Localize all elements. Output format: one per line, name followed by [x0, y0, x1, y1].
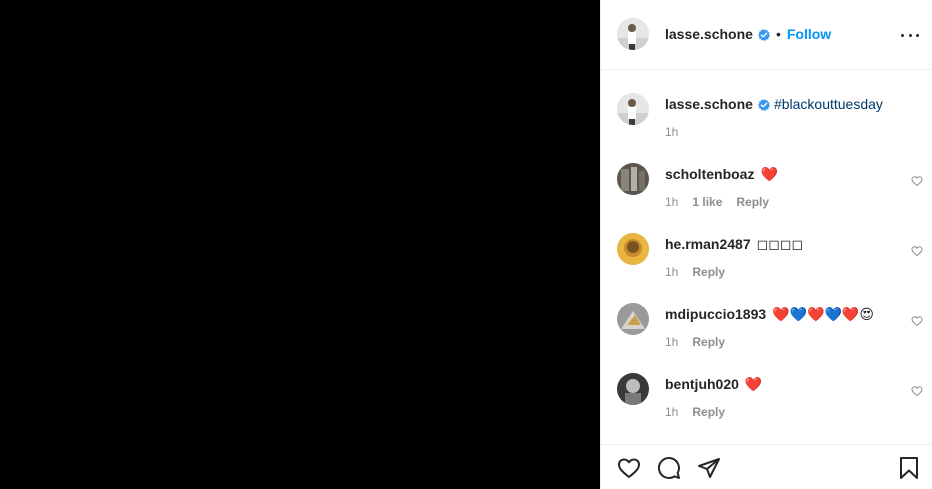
commenter-avatar[interactable]: [617, 163, 649, 195]
commenter-avatar[interactable]: [617, 303, 649, 335]
comment-meta: 1h Reply: [665, 405, 725, 419]
verified-icon: [757, 98, 770, 111]
comment-row: scholtenboaz ❤️ 1h 1 like Reply: [601, 163, 932, 223]
reply-button[interactable]: Reply: [692, 405, 725, 419]
commenter-avatar[interactable]: [617, 373, 649, 405]
comment-time[interactable]: 1h: [665, 405, 678, 419]
caption-meta: 1h: [665, 125, 678, 139]
header-user-line: lasse.schone • Follow: [665, 25, 831, 43]
comment-username[interactable]: bentjuh020: [665, 376, 739, 392]
comment-text: ◻◻◻◻: [756, 235, 804, 252]
comment-row: he.rman2487 ◻◻◻◻ 1h Reply: [601, 233, 932, 293]
commenter-avatar[interactable]: [617, 233, 649, 265]
post-side-panel: lasse.schone • Follow lasse.schone #blac…: [600, 0, 932, 489]
post-media[interactable]: [0, 0, 600, 489]
comment-time[interactable]: 1h: [665, 265, 678, 279]
comment-time[interactable]: 1h: [665, 195, 678, 209]
small-heart-icon[interactable]: [911, 174, 923, 187]
share-icon[interactable]: [697, 456, 721, 480]
author-avatar[interactable]: [617, 18, 649, 50]
follow-button[interactable]: Follow: [787, 26, 831, 42]
author-username[interactable]: lasse.schone: [665, 26, 753, 42]
comment-username[interactable]: he.rman2487: [665, 236, 751, 252]
comment-line: bentjuh020 ❤️: [665, 375, 893, 393]
header-separator: •: [775, 26, 781, 42]
comments-list: lasse.schone #blackouttuesday 1h scholte…: [601, 70, 932, 444]
small-heart-icon[interactable]: [911, 384, 923, 397]
small-heart-icon[interactable]: [911, 314, 923, 327]
caption-line: lasse.schone #blackouttuesday: [665, 95, 893, 113]
comment-icon[interactable]: [657, 456, 681, 480]
comment-time[interactable]: 1h: [665, 335, 678, 349]
comment-username[interactable]: scholtenboaz: [665, 166, 754, 182]
more-dot: [908, 33, 912, 37]
comment-line: scholtenboaz ❤️: [665, 165, 893, 183]
post-header: lasse.schone • Follow: [601, 0, 932, 70]
comment-meta: 1h Reply: [665, 265, 725, 279]
caption-row: lasse.schone #blackouttuesday 1h: [601, 93, 932, 153]
comment-likes[interactable]: 1 like: [692, 195, 722, 209]
save-icon[interactable]: [897, 456, 921, 480]
comment-text: ❤️💙❤️💙❤️😍: [772, 305, 874, 322]
comment-meta: 1h 1 like Reply: [665, 195, 769, 209]
more-dot: [916, 33, 919, 37]
reply-button[interactable]: Reply: [692, 265, 725, 279]
caption-time[interactable]: 1h: [665, 125, 678, 139]
like-icon[interactable]: [617, 456, 641, 480]
small-heart-icon[interactable]: [911, 244, 923, 257]
verified-icon: [757, 28, 770, 41]
comment-meta: 1h Reply: [665, 335, 725, 349]
reply-button[interactable]: Reply: [736, 195, 769, 209]
comment-row: bentjuh020 ❤️ 1h Reply: [601, 373, 932, 433]
comment-text: ❤️: [744, 375, 763, 392]
caption-hashtag[interactable]: #blackouttuesday: [774, 96, 883, 112]
comment-row: mdipuccio1893 ❤️💙❤️💙❤️😍 1h Reply: [601, 303, 932, 363]
more-icon[interactable]: [901, 26, 919, 44]
action-bar: [601, 444, 932, 489]
caption-avatar[interactable]: [617, 93, 649, 125]
more-dot: [901, 33, 904, 37]
comment-line: he.rman2487 ◻◻◻◻: [665, 235, 893, 253]
comment-text: ❤️: [760, 165, 778, 182]
caption-username[interactable]: lasse.schone: [665, 96, 753, 112]
comment-username[interactable]: mdipuccio1893: [665, 306, 766, 322]
comment-line: mdipuccio1893 ❤️💙❤️💙❤️😍: [665, 305, 893, 323]
reply-button[interactable]: Reply: [692, 335, 725, 349]
